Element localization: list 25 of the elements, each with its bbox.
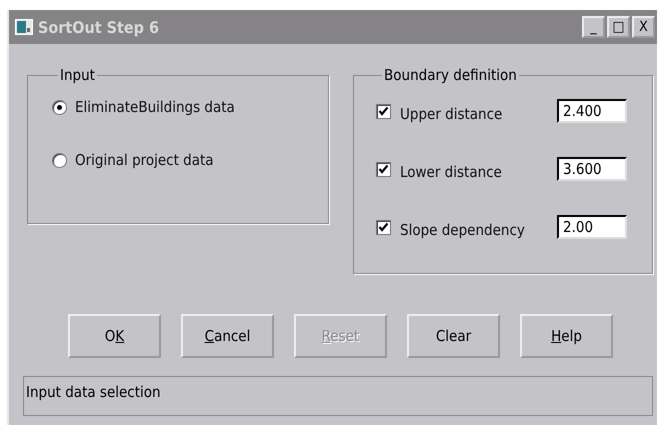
minimize-button[interactable]: _ [582, 16, 605, 38]
radio-button[interactable] [52, 100, 67, 114]
dialog-button[interactable]: Help [520, 314, 613, 358]
checkbox[interactable] [376, 162, 391, 176]
dialog-button[interactable]: Clear [407, 314, 500, 358]
value-field[interactable]: 2.00 [557, 215, 627, 239]
value-field[interactable]: 2.400 [557, 99, 627, 123]
checkbox-label: Lower distance [400, 162, 503, 181]
close-button[interactable]: X [632, 16, 655, 38]
dialog-button[interactable]: Cancel [181, 314, 274, 358]
checkbox[interactable] [376, 104, 391, 118]
radio-button[interactable] [52, 152, 67, 168]
radio-label: EliminateBuildings data [75, 98, 235, 116]
group-title: Input [59, 66, 96, 84]
group-title: Boundary definition [383, 66, 518, 84]
app-icon [15, 19, 33, 35]
dialog-button[interactable]: OK [68, 314, 161, 358]
window-title: SortOut Step 6 [38, 18, 160, 36]
status-bar: Input data selection [23, 376, 653, 416]
value-field[interactable]: 3.600 [557, 157, 627, 181]
checkbox-label: Upper distance [400, 104, 504, 123]
checkbox-label: Slope dependency [400, 220, 526, 239]
maximize-button[interactable]: □ [607, 16, 630, 38]
radio-label: Original project data [75, 151, 214, 169]
checkbox[interactable] [376, 220, 391, 234]
